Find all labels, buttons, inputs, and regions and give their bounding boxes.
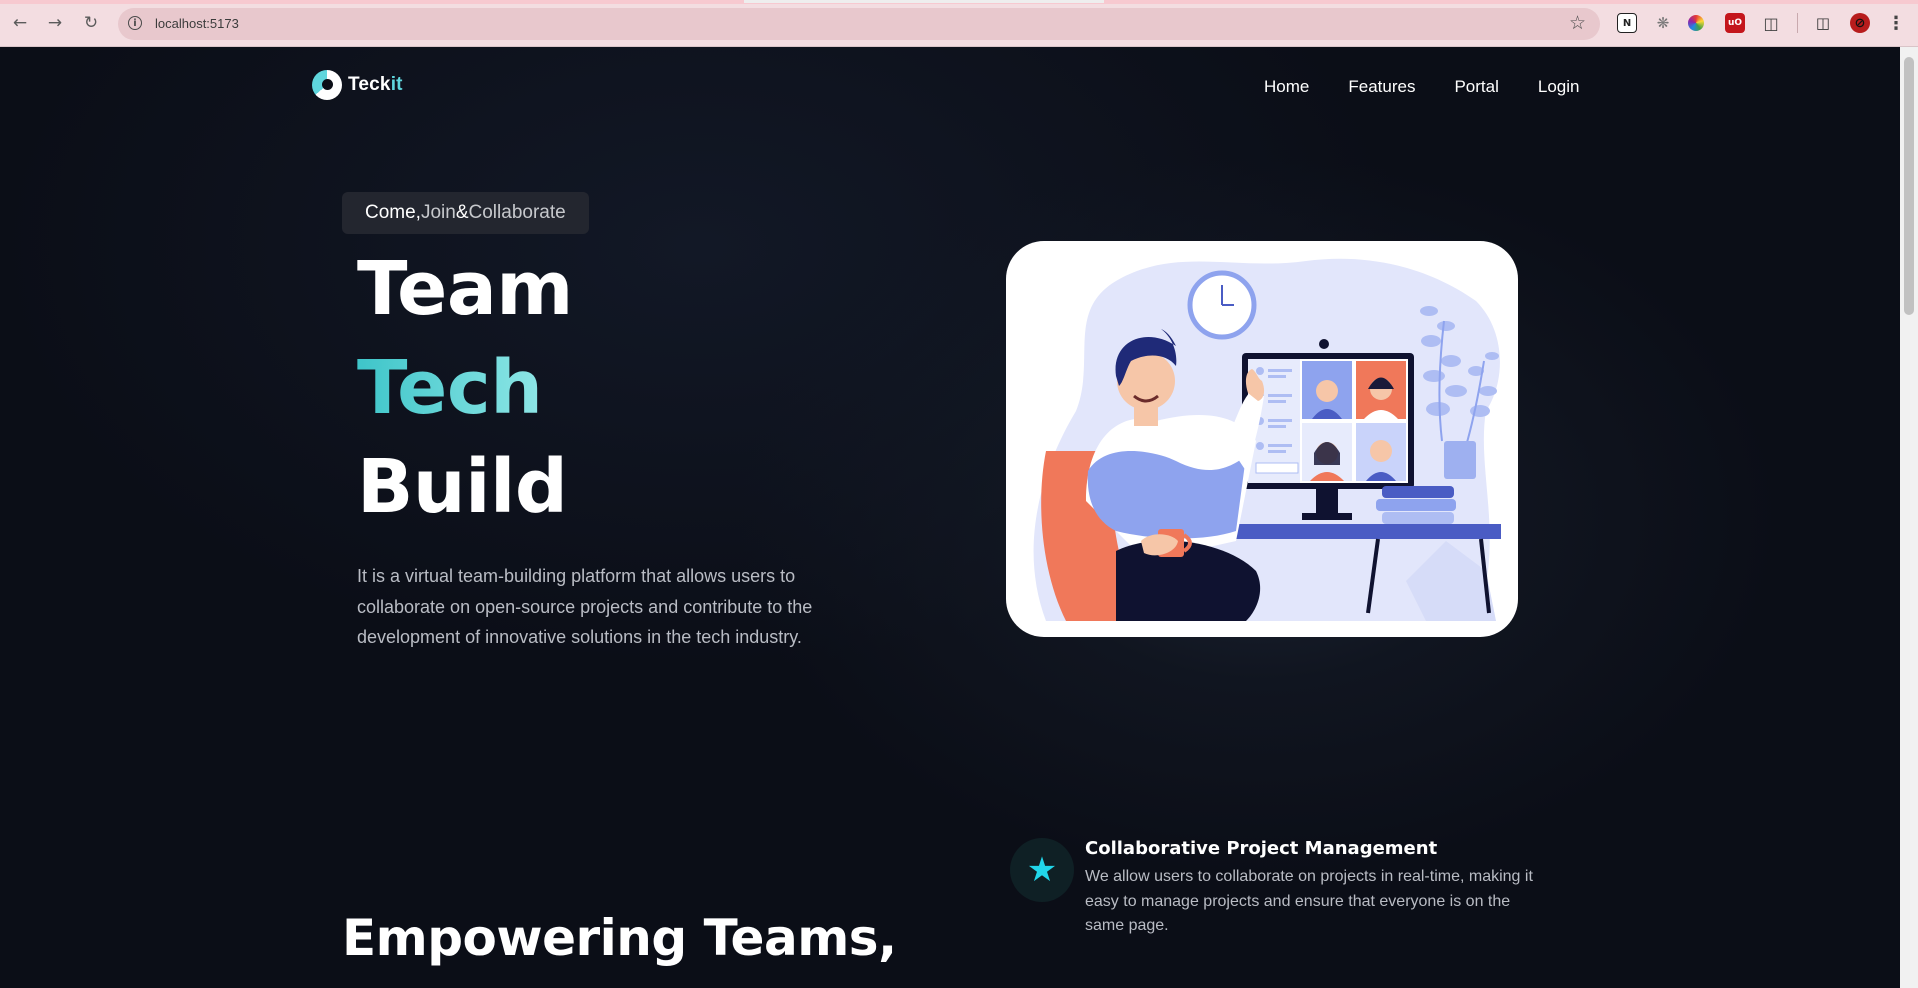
nav-home[interactable]: Home [1264, 77, 1309, 97]
page-viewport: Teckit Home Features Portal Login Come, … [0, 47, 1900, 988]
browser-toolbar: ← → ↻ i localhost:5173 ☆ N ❋ uO ◫ ◫ ⊘ ⋮ [0, 0, 1918, 47]
profile-avatar[interactable]: ⊘ [1850, 13, 1870, 33]
site-logo[interactable]: Teckit [312, 70, 403, 100]
scrollbar-thumb[interactable] [1904, 57, 1914, 315]
site-info-icon[interactable]: i [128, 16, 142, 30]
main-nav: Home Features Portal Login [1264, 77, 1579, 97]
chrome-menu-icon[interactable]: ⋮ [1886, 13, 1906, 34]
reload-icon[interactable]: ↻ [80, 12, 102, 34]
logo-text-accent: it [390, 74, 403, 95]
page-scrollbar[interactable] [1900, 47, 1918, 988]
forward-icon[interactable]: → [44, 12, 66, 34]
toolbar-divider [1797, 13, 1798, 33]
back-icon[interactable]: ← [9, 12, 31, 34]
bookmark-star-icon[interactable]: ☆ [1569, 12, 1586, 34]
feature-star-icon: ★ [1010, 838, 1074, 902]
video-call-illustration [1033, 258, 1501, 621]
feature-title: Collaborative Project Management [1085, 838, 1438, 859]
tagline-collaborate: Collaborate [468, 202, 566, 223]
hero-tagline: Come, Join & Collaborate [342, 192, 589, 234]
ublock-icon[interactable]: uO [1725, 13, 1745, 33]
logo-text: Teckit [348, 74, 403, 96]
hero-word-tech: Tech [357, 345, 543, 431]
hero-word-team: Team [357, 246, 573, 332]
nav-login[interactable]: Login [1538, 77, 1580, 97]
logo-text-main: Teck [348, 74, 391, 95]
tagline-join: Join [420, 202, 456, 223]
bug-icon[interactable]: ❋ [1653, 13, 1673, 33]
color-wheel-icon[interactable] [1688, 15, 1704, 31]
puzzle-icon[interactable]: ◫ [1761, 13, 1781, 33]
section-title: Empowering Teams, [342, 909, 897, 967]
tagline-amp: & [455, 202, 469, 223]
address-url[interactable]: localhost:5173 [155, 16, 239, 31]
logo-mark-icon [312, 70, 342, 100]
nav-portal[interactable]: Portal [1454, 77, 1498, 97]
tagline-come: Come, [365, 202, 421, 223]
side-panel-icon[interactable]: ◫ [1813, 13, 1833, 33]
notion-icon[interactable]: N [1617, 13, 1637, 33]
nav-features[interactable]: Features [1348, 77, 1415, 97]
active-tab-edge [744, 0, 1104, 3]
hero-illustration [1006, 241, 1518, 637]
hero-word-build: Build [357, 444, 568, 530]
feature-description: We allow users to collaborate on project… [1085, 868, 1533, 934]
address-bar[interactable]: i localhost:5173 ☆ [118, 8, 1600, 40]
hero-description: It is a virtual team-building platform t… [357, 566, 813, 647]
